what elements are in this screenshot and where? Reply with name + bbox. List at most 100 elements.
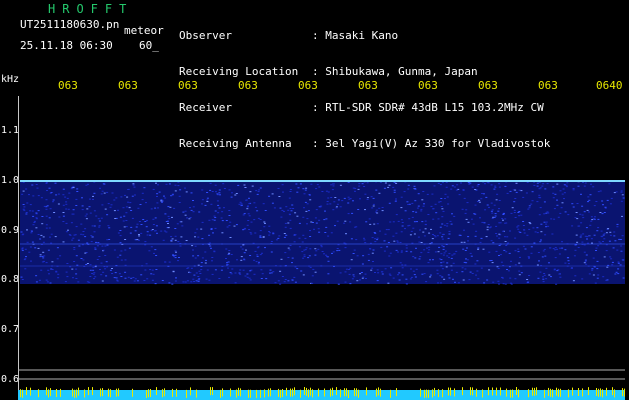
strip-tick <box>220 389 221 398</box>
noise-dot <box>75 278 78 279</box>
noise-dot <box>495 225 498 227</box>
noise-dot <box>570 267 573 269</box>
noise-dot <box>574 244 577 246</box>
noise-dot <box>509 282 512 284</box>
noise-dot <box>156 202 159 204</box>
noise-dot <box>344 271 347 273</box>
noise-dot <box>522 225 525 226</box>
noise-dot <box>613 192 616 194</box>
noise-dot <box>577 185 580 187</box>
noise-dot <box>195 280 198 282</box>
noise-dot <box>469 252 472 254</box>
noise-dot <box>490 240 493 242</box>
noise-dot <box>451 213 453 215</box>
noise-dot <box>45 215 48 217</box>
noise-dot <box>332 183 334 185</box>
noise-dot <box>441 223 444 225</box>
noise-dot <box>622 197 625 199</box>
noise-dot <box>32 224 35 226</box>
noise-dot <box>284 222 287 224</box>
noise-dot <box>171 194 174 196</box>
noise-dot <box>465 262 468 264</box>
noise-dot <box>272 232 275 234</box>
noise-dot <box>270 241 273 242</box>
noise-dot <box>504 241 507 242</box>
noise-dot <box>572 206 575 208</box>
noise-dot <box>268 232 271 234</box>
noise-dot <box>129 202 132 204</box>
noise-dot <box>45 224 48 226</box>
noise-dot <box>21 279 24 280</box>
noise-dot <box>285 206 288 208</box>
noise-dot <box>210 203 213 205</box>
noise-dot <box>298 222 301 224</box>
noise-dot <box>325 218 328 220</box>
noise-dot <box>205 259 207 261</box>
noise-dot <box>197 280 200 282</box>
noise-dot <box>93 272 96 274</box>
noise-dot <box>424 224 427 226</box>
noise-dot <box>314 271 317 273</box>
noise-dot <box>581 214 584 216</box>
noise-dot <box>91 225 94 227</box>
strip-tick <box>528 389 529 398</box>
bottom-strip <box>18 390 625 400</box>
noise-dot <box>444 250 447 252</box>
noise-dot <box>544 188 547 190</box>
noise-dot <box>21 193 24 195</box>
noise-dot <box>142 219 145 220</box>
noise-dot <box>184 214 187 216</box>
noise-dot <box>359 273 362 275</box>
noise-dot <box>421 221 424 223</box>
noise-dot <box>51 261 54 263</box>
noise-dot <box>574 217 577 219</box>
noise-dot <box>441 276 444 278</box>
noise-dot <box>398 279 401 281</box>
noise-dot <box>504 218 507 220</box>
noise-dot <box>590 238 593 240</box>
strip-tick <box>306 387 307 396</box>
noise-dot <box>133 186 136 188</box>
noise-dot <box>454 281 456 283</box>
noise-dot <box>178 257 180 258</box>
noise-dot <box>579 213 582 215</box>
noise-dot <box>144 221 147 222</box>
noise-dot <box>50 242 53 244</box>
noise-dot <box>400 251 403 253</box>
noise-dot <box>439 232 442 234</box>
noise-dot <box>358 185 361 187</box>
noise-dot <box>66 276 69 278</box>
noise-dot <box>281 209 284 211</box>
noise-dot <box>613 231 616 233</box>
noise-dot <box>471 273 474 274</box>
noise-dot <box>384 182 387 184</box>
noise-dot <box>154 217 157 219</box>
noise-dot <box>246 208 249 210</box>
noise-dot <box>590 216 593 218</box>
noise-dot <box>608 183 611 185</box>
noise-dot <box>337 199 340 201</box>
noise-dot <box>375 189 378 191</box>
noise-dot <box>144 269 147 271</box>
noise-dot <box>408 218 411 220</box>
noise-dot <box>477 247 480 249</box>
noise-dot <box>317 248 320 250</box>
noise-dot <box>470 255 473 257</box>
noise-dot <box>436 235 439 237</box>
noise-dot <box>101 245 104 247</box>
noise-dot <box>329 203 332 205</box>
noise-dot <box>571 203 574 205</box>
noise-dot <box>445 266 448 268</box>
noise-dot <box>483 282 486 284</box>
noise-dot <box>595 201 598 202</box>
noise-dot <box>327 191 330 193</box>
noise-dot <box>117 232 120 234</box>
noise-dot <box>248 197 250 199</box>
noise-dot <box>513 209 516 211</box>
noise-dot <box>345 268 348 270</box>
noise-dot <box>369 248 372 250</box>
noise-dot <box>559 190 562 192</box>
noise-dot <box>610 258 613 260</box>
noise-dot <box>476 201 479 202</box>
noise-dot <box>307 210 310 212</box>
